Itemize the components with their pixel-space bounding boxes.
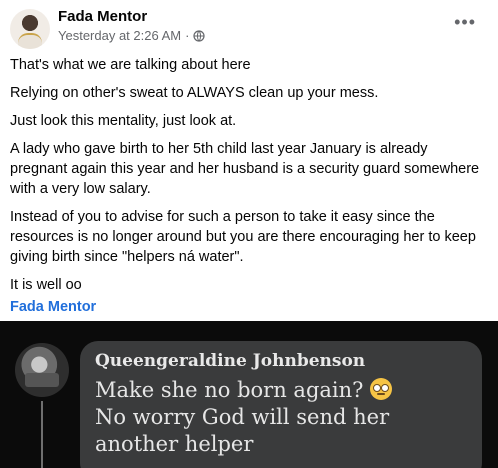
comment-line: No worry God will send her another helpe…	[95, 405, 390, 456]
eye-roll-emoji-icon	[370, 378, 393, 400]
commenter-name[interactable]: Queengeraldine Johnbenson	[95, 351, 365, 371]
thread-line	[41, 401, 43, 468]
post-paragraph: Relying on other's sweat to ALWAYS clean…	[10, 85, 379, 101]
post-paragraph: It is well oo	[10, 277, 82, 293]
post-author-name[interactable]: Fada Mentor	[58, 8, 147, 25]
comment-line: Make she no born again?	[95, 378, 364, 402]
commenter-avatar[interactable]	[15, 343, 69, 397]
post-paragraph: Instead of you to advise for such a pers…	[10, 209, 476, 265]
post-paragraph: That's what we are talking about here	[10, 57, 251, 73]
comment-screenshot: Queengeraldine Johnbenson Make she no bo…	[0, 321, 498, 468]
more-options-icon[interactable]: •••	[454, 12, 476, 33]
author-avatar[interactable]	[10, 9, 50, 49]
post-body: That's what we are talking about here Re…	[10, 55, 480, 317]
post-paragraph: A lady who gave birth to her 5th child l…	[10, 141, 480, 197]
post-meta: Yesterday at 2:26 AM ·	[58, 28, 206, 43]
signature-link[interactable]: Fada Mentor	[10, 297, 480, 317]
comment-text: Make she no born again? No worry God wil…	[95, 377, 465, 458]
globe-icon	[193, 29, 206, 42]
facebook-post: Fada Mentor Yesterday at 2:26 AM · ••• T…	[0, 0, 498, 321]
post-timestamp[interactable]: Yesterday at 2:26 AM	[58, 28, 181, 43]
meta-separator: ·	[185, 28, 190, 43]
post-paragraph: Just look this mentality, just look at.	[10, 113, 237, 129]
